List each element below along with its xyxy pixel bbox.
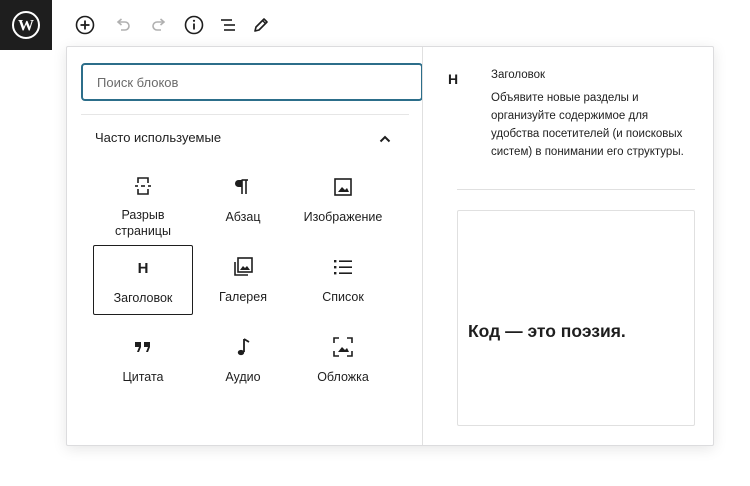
block-item-image[interactable]: Изображение [293, 165, 393, 235]
block-library: Часто используемые [67, 47, 423, 445]
image-icon [333, 175, 353, 199]
gallery-icon [232, 255, 254, 279]
block-item-gallery[interactable]: Галерея [193, 245, 293, 315]
preview-title: Заголовок [491, 69, 546, 81]
list-icon [332, 255, 354, 279]
divider [457, 189, 695, 190]
preview-sample-heading: Код — это поэзия. [468, 321, 626, 341]
block-item-list[interactable]: Список [293, 245, 393, 315]
block-item-quote[interactable]: Цитата [93, 325, 193, 395]
block-item-paragraph[interactable]: Абзац [193, 165, 293, 235]
paragraph-icon [233, 175, 253, 199]
block-item-cover[interactable]: Обложка [293, 325, 393, 395]
block-label: Изображение [303, 210, 383, 224]
heading-icon: H [137, 259, 149, 277]
cover-icon [332, 335, 354, 359]
undo-icon[interactable] [110, 12, 136, 38]
block-preview-pane: H Заголовок Объявите новые разделы и орг… [424, 47, 714, 445]
quote-icon [132, 335, 154, 359]
heading-icon: H [448, 71, 459, 87]
editor-toolbar: W [0, 0, 750, 50]
panel-title: Часто используемые [95, 130, 222, 145]
list-view-icon[interactable] [215, 12, 241, 38]
block-label: Список [322, 290, 364, 304]
block-search-input[interactable] [81, 63, 422, 101]
block-label: Разрыв страницы [115, 208, 171, 238]
divider [81, 114, 409, 115]
svg-text:W: W [18, 18, 34, 35]
preview-box: Код — это поэзия. [457, 210, 695, 426]
block-label: Абзац [225, 210, 261, 224]
preview-description: Объявите новые разделы и организуйте сод… [491, 92, 684, 158]
block-label: Заголовок [113, 291, 173, 305]
audio-icon [233, 335, 253, 359]
wordpress-logo-icon[interactable]: W [0, 0, 52, 50]
block-label: Цитата [122, 370, 164, 384]
chevron-up-icon[interactable] [375, 129, 395, 149]
block-label: Обложка [317, 370, 369, 384]
block-label: Галерея [219, 290, 267, 304]
edit-pencil-icon[interactable] [248, 12, 274, 38]
block-item-audio[interactable]: Аудио [193, 325, 293, 395]
page-break-icon [132, 175, 154, 197]
block-inserter-popover: Часто используемые [66, 46, 714, 446]
info-icon[interactable] [181, 12, 207, 38]
panel-header-frequent[interactable]: Часто используемые [95, 129, 395, 149]
block-item-heading[interactable]: H Заголовок [93, 245, 193, 315]
redo-icon[interactable] [146, 12, 172, 38]
add-block-icon[interactable] [72, 12, 98, 38]
block-item-page-break[interactable]: Разрыв страницы [93, 165, 193, 238]
block-label: Аудио [225, 370, 261, 384]
